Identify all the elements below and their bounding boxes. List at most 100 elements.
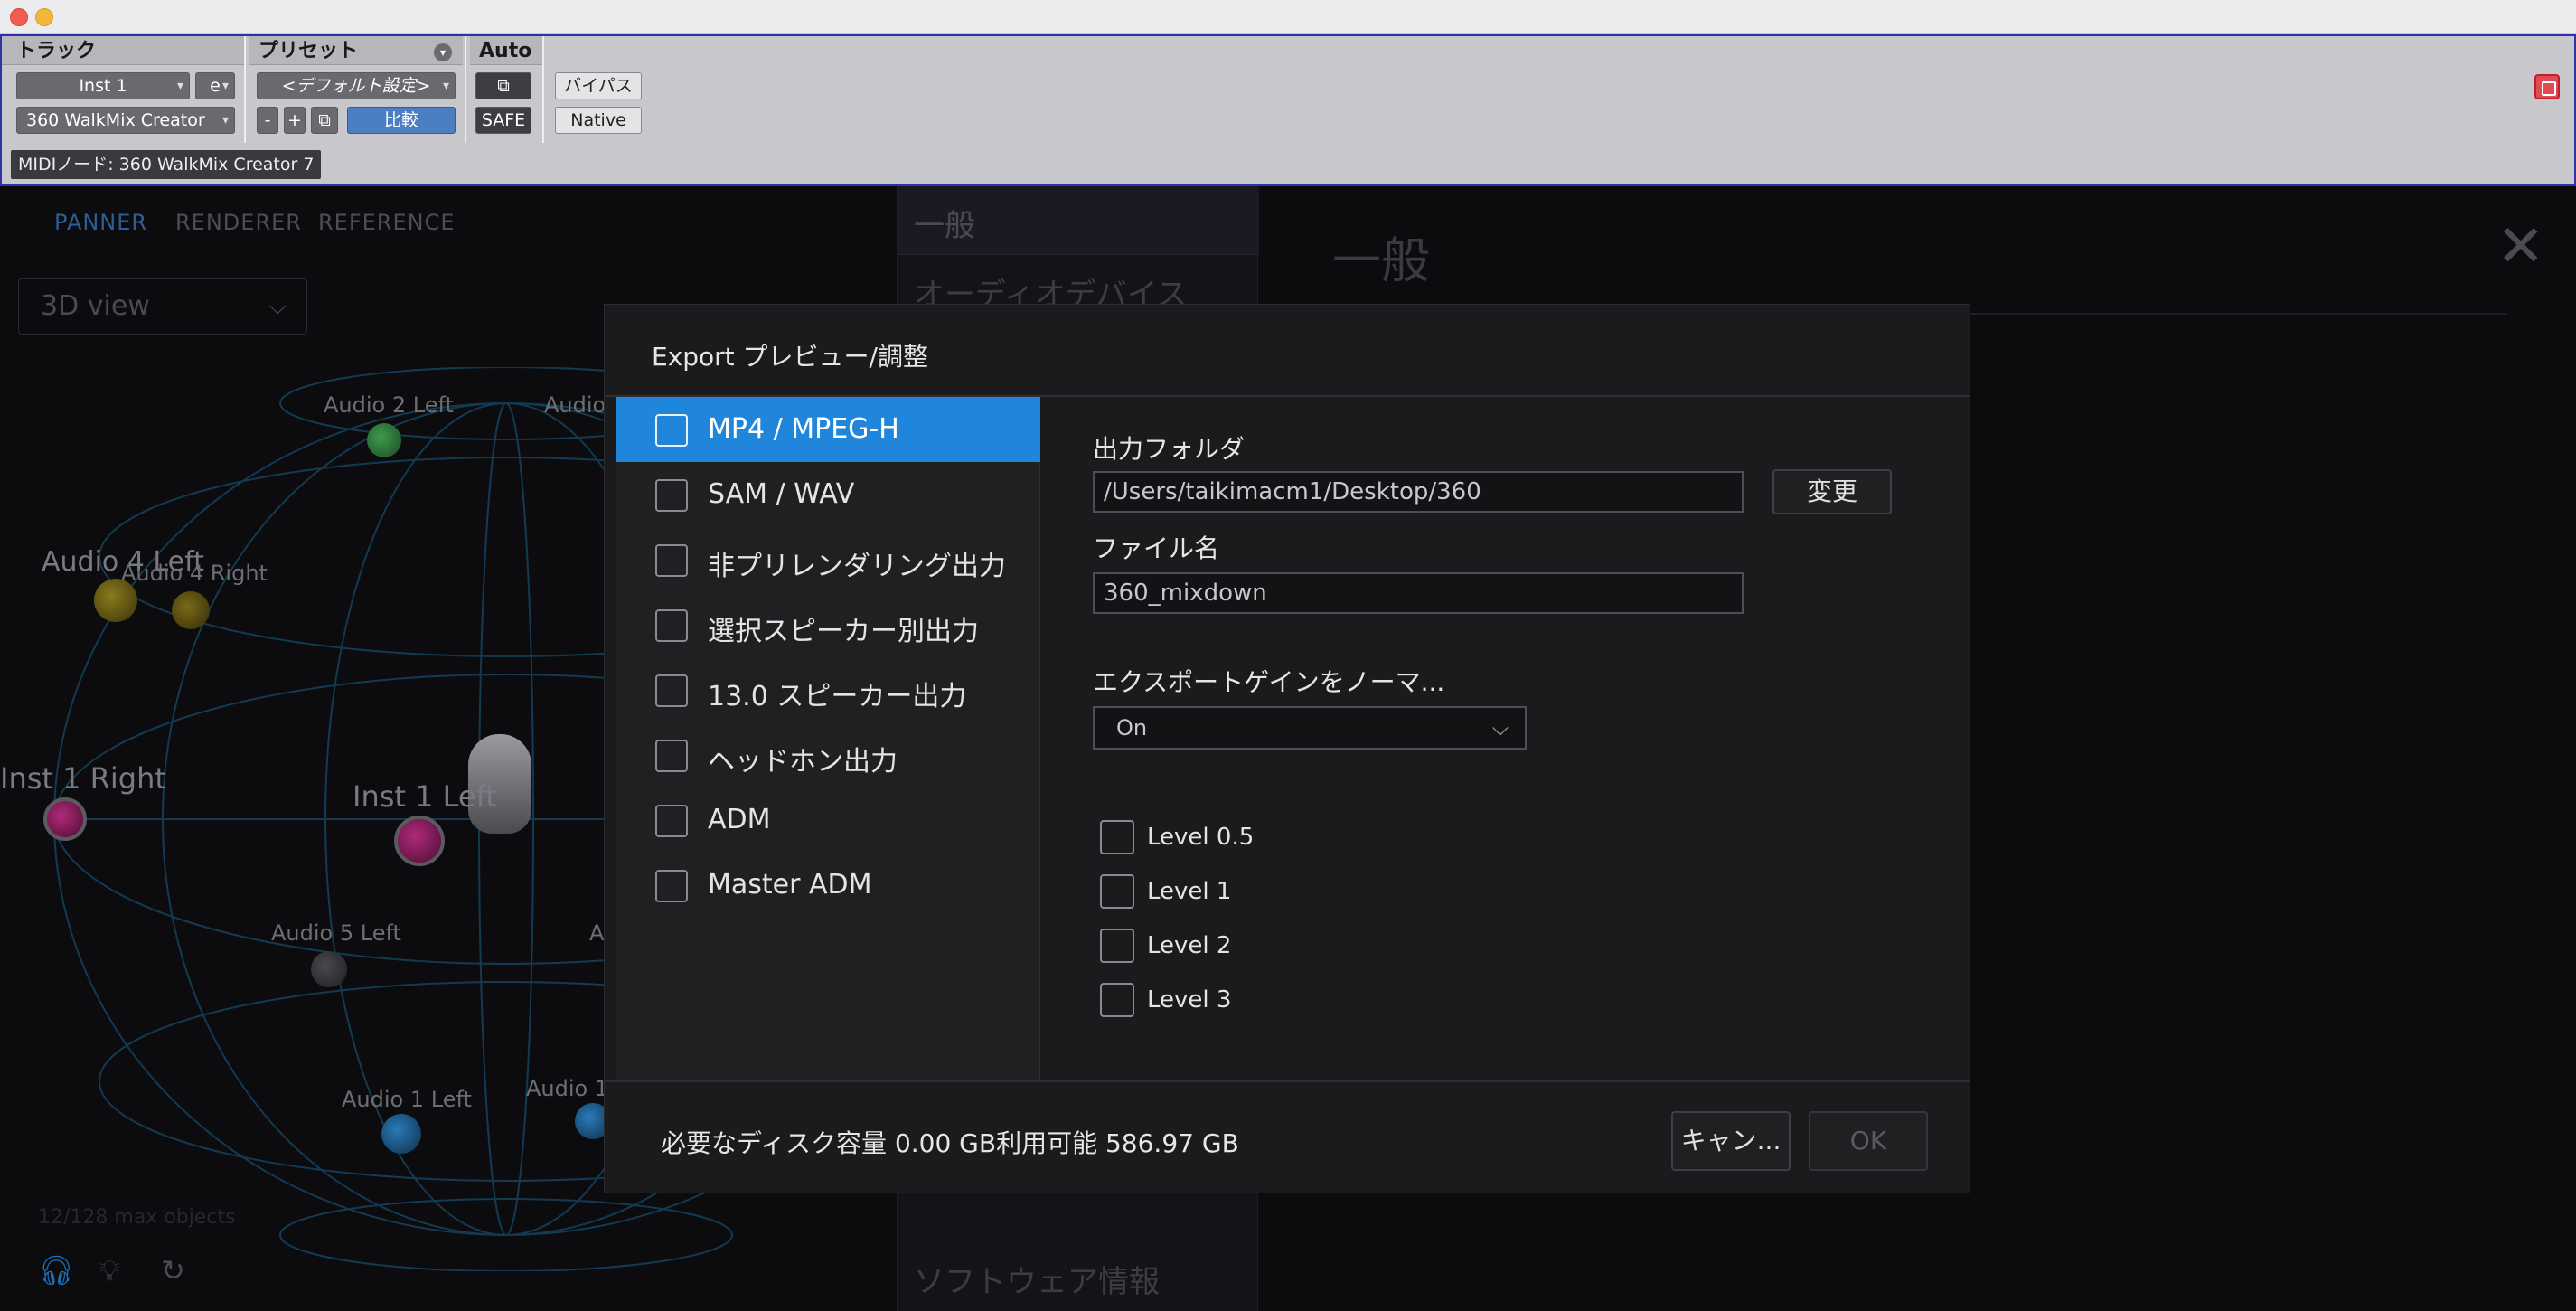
- dialog-title: Export プレビュー/調整: [652, 342, 928, 372]
- divider: [244, 36, 246, 143]
- refresh-icon[interactable]: ↻: [161, 1253, 185, 1287]
- format-checkbox[interactable]: [655, 544, 688, 577]
- plugin-header: トラック プリセット ▾ Auto Inst 1 ▾ e ▾ 360 WalkM…: [0, 34, 2576, 186]
- level-label: Level 3: [1147, 986, 1232, 1014]
- track-select[interactable]: Inst 1 ▾: [16, 72, 190, 99]
- object-label: Audio 2 Left: [324, 392, 454, 418]
- level-checkbox[interactable]: [1100, 874, 1134, 909]
- format-checkbox[interactable]: [655, 479, 688, 512]
- audio-object[interactable]: [43, 797, 87, 841]
- native-button[interactable]: Native: [555, 107, 642, 134]
- level-label: Level 0.5: [1147, 824, 1255, 851]
- object-label: Audio 5 Left: [271, 920, 401, 946]
- tab-reference[interactable]: REFERENCE: [318, 210, 456, 235]
- cancel-button[interactable]: キャン...: [1671, 1111, 1791, 1171]
- close-window-button[interactable]: [10, 8, 28, 26]
- view-select-value: 3D view: [41, 290, 150, 322]
- bypass-button[interactable]: バイパス: [555, 72, 642, 99]
- preset-next-button[interactable]: +: [284, 107, 306, 134]
- object-label: Audio 1: [526, 1076, 609, 1101]
- divider: [542, 36, 544, 143]
- plugin-select[interactable]: 360 WalkMix Creator ▾: [16, 107, 235, 134]
- level-checkbox[interactable]: [1100, 820, 1134, 854]
- chevron-down-icon: ▾: [176, 79, 183, 93]
- level-checkbox[interactable]: [1100, 983, 1134, 1017]
- format-checkbox[interactable]: [655, 805, 688, 837]
- audio-object[interactable]: [367, 423, 401, 457]
- format-checkbox[interactable]: [655, 740, 688, 772]
- lightbulb-icon[interactable]: 💡︎: [99, 1253, 119, 1288]
- format-item-headphone[interactable]: ヘッドホン出力: [616, 722, 1040, 788]
- preset-name: <デフォルト設定>: [281, 76, 431, 96]
- object-label: Audio: [544, 392, 606, 418]
- track-letter: e: [210, 76, 221, 96]
- preset-select[interactable]: <デフォルト設定> ▾: [257, 72, 456, 99]
- chevron-down-icon: ▾: [221, 113, 229, 127]
- auto-title: Auto: [479, 40, 532, 62]
- format-label: 選択スピーカー別出力: [708, 616, 979, 647]
- normalize-gain-select[interactable]: On ⌵: [1093, 706, 1527, 750]
- audio-object[interactable]: [394, 816, 445, 866]
- format-item-selected-speaker[interactable]: 選択スピーカー別出力: [616, 592, 1040, 657]
- format-checkbox[interactable]: [655, 609, 688, 642]
- track-name: Inst 1: [79, 76, 127, 96]
- object-label: Audio 1 Left: [342, 1087, 472, 1112]
- preset-previous-button[interactable]: -: [257, 107, 278, 134]
- change-folder-button[interactable]: 変更: [1772, 469, 1892, 514]
- format-label: 13.0 スピーカー出力: [708, 681, 967, 712]
- level-checkbox[interactable]: [1100, 929, 1134, 963]
- divider: [465, 36, 466, 143]
- audio-object[interactable]: [381, 1114, 421, 1154]
- native-label: Native: [570, 110, 626, 130]
- level-label: Level 1: [1147, 878, 1232, 905]
- tab-renderer[interactable]: RENDERER: [175, 210, 302, 235]
- safe-button[interactable]: SAFE: [475, 107, 531, 134]
- window: トラック プリセット ▾ Auto Inst 1 ▾ e ▾ 360 WalkM…: [0, 0, 2576, 1311]
- format-item-sam-wav[interactable]: SAM / WAV: [616, 462, 1040, 527]
- compare-label: 比較: [383, 110, 418, 130]
- format-checkbox[interactable]: [655, 870, 688, 902]
- output-folder-input[interactable]: /Users/taikimacm1/Desktop/360: [1093, 471, 1744, 513]
- midi-node-label: MIDIノード: 360 WalkMix Creator 7: [11, 150, 322, 179]
- preset-menu-icon[interactable]: ▾: [434, 43, 452, 61]
- minimize-window-button[interactable]: [35, 8, 53, 26]
- view-select[interactable]: 3D view ⌵: [18, 278, 307, 335]
- divider: [605, 1080, 1970, 1082]
- format-label: Master ADM: [708, 869, 872, 901]
- audio-object[interactable]: [172, 591, 210, 629]
- track-letter-select[interactable]: e ▾: [195, 72, 235, 99]
- level-label: Level 2: [1147, 932, 1232, 959]
- settings-item-general[interactable]: 一般: [914, 201, 975, 245]
- copy-icon[interactable]: ⧉: [311, 107, 338, 134]
- format-item-master-adm[interactable]: Master ADM: [616, 853, 1040, 918]
- export-format-list: MP4 / MPEG-H SAM / WAV 非プリレンダリング出力 選択スピー…: [616, 397, 1040, 1082]
- file-name-label: ファイル名: [1093, 533, 1220, 563]
- format-item-non-prerender[interactable]: 非プリレンダリング出力: [616, 527, 1040, 592]
- audio-object[interactable]: [311, 951, 347, 987]
- headphones-icon[interactable]: 🎧︎: [38, 1253, 75, 1287]
- ok-button[interactable]: OK: [1809, 1111, 1928, 1171]
- object-label: Inst 1 Left: [353, 779, 497, 814]
- normalize-gain-label: エクスポートゲインをノーマ...: [1093, 667, 1445, 697]
- format-checkbox[interactable]: [655, 414, 688, 447]
- chevron-down-icon: ▾: [442, 79, 449, 93]
- preset-title: プリセット: [259, 40, 359, 62]
- close-icon[interactable]: ✕: [2496, 213, 2545, 280]
- automation-icon[interactable]: ⧉: [475, 72, 531, 99]
- format-label: ヘッドホン出力: [708, 746, 898, 778]
- normalize-gain-value: On: [1116, 715, 1148, 740]
- object-label: Audio 4 Right: [121, 561, 268, 586]
- plugin-window-icon[interactable]: [2534, 74, 2560, 99]
- file-name-input[interactable]: 360_mixdown: [1093, 572, 1744, 614]
- compare-button[interactable]: 比較: [347, 107, 456, 134]
- format-item-13-speaker[interactable]: 13.0 スピーカー出力: [616, 657, 1040, 722]
- format-label: SAM / WAV: [708, 478, 855, 510]
- format-checkbox[interactable]: [655, 674, 688, 707]
- format-item-adm[interactable]: ADM: [616, 788, 1040, 853]
- chevron-down-icon: ⌵: [1491, 715, 1509, 740]
- format-item-mp4[interactable]: MP4 / MPEG-H: [616, 397, 1040, 462]
- settings-item-software-info[interactable]: ソフトウェア情報: [914, 1257, 1160, 1301]
- disk-space-info: 必要なディスク容量 0.00 GB利用可能 586.97 GB: [661, 1128, 1239, 1158]
- max-objects-label: 12/128 max objects: [38, 1206, 236, 1229]
- tab-panner[interactable]: PANNER: [54, 210, 147, 235]
